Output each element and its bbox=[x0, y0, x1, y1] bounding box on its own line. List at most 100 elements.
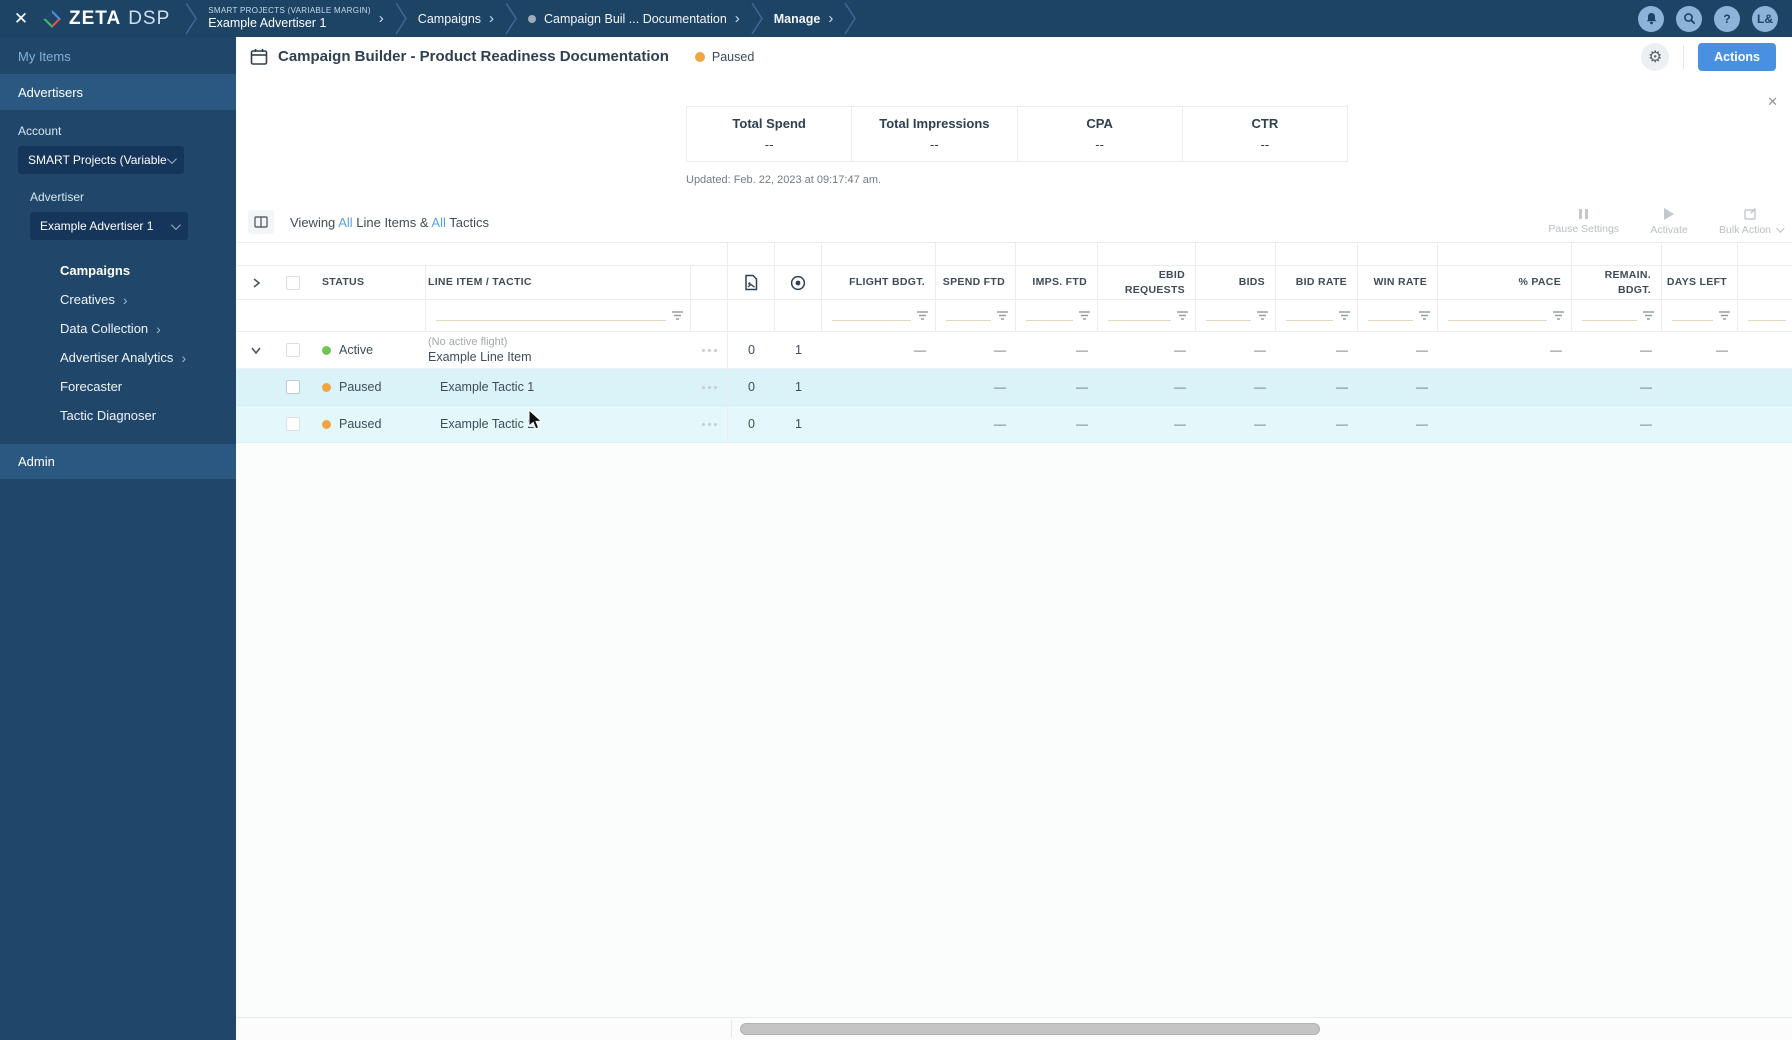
chevron-right-icon[interactable]: › bbox=[828, 11, 833, 26]
column-header-status[interactable]: STATUS bbox=[310, 266, 426, 299]
advertiser-select[interactable]: Example Advertiser 1 bbox=[30, 212, 188, 240]
table-row-tactic-2[interactable]: Paused Example Tactic 2 0 1 — — — — — — … bbox=[236, 406, 1792, 443]
user-avatar[interactable]: L& bbox=[1752, 5, 1778, 32]
help-button[interactable]: ? bbox=[1714, 5, 1740, 32]
column-header-creatives[interactable] bbox=[728, 266, 775, 299]
ebid-requests-value: — bbox=[1174, 343, 1186, 357]
filter-remain-bdgt[interactable] bbox=[1572, 300, 1662, 331]
column-header-flight-bdgt[interactable]: FLIGHT BDGT. bbox=[822, 266, 936, 299]
win-rate-value: — bbox=[1416, 343, 1428, 357]
nav-label: Tactic Diagnoser bbox=[60, 408, 157, 423]
sidebar-item-creatives[interactable]: Creatives › bbox=[60, 285, 218, 314]
status-text: Paused bbox=[339, 417, 382, 431]
bid-rate-value: — bbox=[1336, 417, 1348, 431]
breadcrumb-campaign[interactable]: Campaign Buil ... Documentation › bbox=[518, 0, 750, 37]
column-header-bid-rate[interactable]: BID RATE bbox=[1276, 266, 1358, 299]
tactics-count: 1 bbox=[795, 380, 802, 394]
sidebar-item-admin[interactable]: Admin bbox=[0, 444, 236, 479]
account-select[interactable]: SMART Projects (Variable M... bbox=[18, 146, 184, 174]
filter-ebid-requests[interactable] bbox=[1098, 300, 1196, 331]
filter-extra[interactable] bbox=[1738, 300, 1792, 331]
sidebar-item-advertiser-analytics[interactable]: Advertiser Analytics › bbox=[60, 343, 218, 372]
gear-icon: ⚙ bbox=[1647, 48, 1663, 66]
column-header-win-rate[interactable]: WIN RATE bbox=[1358, 266, 1438, 299]
pause-settings-button[interactable]: Pause Settings bbox=[1548, 208, 1619, 235]
expand-all-button[interactable] bbox=[236, 266, 276, 299]
column-header-pct-pace[interactable]: % PACE bbox=[1438, 266, 1572, 299]
sidebar-item-tactic-diagnoser[interactable]: Tactic Diagnoser bbox=[60, 401, 218, 430]
bulk-action-button[interactable]: Bulk Action bbox=[1719, 208, 1785, 236]
line-item-name[interactable]: Example Line Item bbox=[428, 349, 532, 365]
sidebar-item-campaigns[interactable]: Campaigns bbox=[60, 256, 218, 285]
all-tactics-link[interactable]: All bbox=[431, 215, 445, 230]
filter-spend-ftd[interactable] bbox=[936, 300, 1016, 331]
breadcrumb-manage[interactable]: Manage › bbox=[764, 0, 844, 37]
column-header-remain-bdgt[interactable]: REMAIN. BDGT. bbox=[1572, 266, 1662, 299]
tactic-name[interactable]: Example Tactic 2 bbox=[440, 416, 534, 432]
chevron-right-icon[interactable]: › bbox=[735, 11, 740, 26]
notifications-button[interactable] bbox=[1638, 5, 1664, 32]
column-header-bids[interactable]: BIDS bbox=[1196, 266, 1276, 299]
column-header-days-left[interactable]: DAYS LEFT bbox=[1662, 266, 1738, 299]
column-settings-button[interactable] bbox=[248, 210, 274, 234]
tactic-name-cell[interactable]: Example Tactic 2 bbox=[426, 406, 691, 442]
sidebar-item-data-collection[interactable]: Data Collection › bbox=[60, 314, 218, 343]
campaign-status-badge: Paused bbox=[694, 50, 754, 64]
all-line-items-link[interactable]: All bbox=[338, 215, 352, 230]
horizontal-scrollbar[interactable] bbox=[236, 1018, 1792, 1040]
sidebar-item-my-items[interactable]: My Items bbox=[0, 37, 236, 74]
row-menu-button[interactable] bbox=[691, 332, 728, 368]
horizontal-scrollbar-thumb[interactable] bbox=[740, 1023, 1320, 1035]
select-all-checkbox[interactable] bbox=[286, 275, 300, 290]
bulk-action-label: Bulk Action bbox=[1719, 224, 1771, 236]
filter-line-item[interactable] bbox=[426, 300, 691, 331]
breadcrumb-separator bbox=[844, 2, 857, 35]
sidebar-item-advertisers[interactable]: Advertisers bbox=[0, 75, 236, 110]
more-options-icon bbox=[701, 422, 717, 426]
filter-pct-pace[interactable] bbox=[1438, 300, 1572, 331]
column-header-imps-ftd[interactable]: IMPS. FTD bbox=[1016, 266, 1098, 299]
spend-ftd-value: — bbox=[994, 343, 1006, 357]
filter-imps-ftd[interactable] bbox=[1016, 300, 1098, 331]
column-header-spend-ftd[interactable]: SPEND FTD bbox=[936, 266, 1016, 299]
search-button[interactable] bbox=[1676, 5, 1702, 32]
table-row-tactic-1[interactable]: Paused Example Tactic 1 0 1 — — — — — — … bbox=[236, 369, 1792, 406]
stat-label: CTR bbox=[1251, 116, 1279, 131]
filter-bid-rate[interactable] bbox=[1276, 300, 1358, 331]
sidebar-item-forecaster[interactable]: Forecaster bbox=[60, 372, 218, 401]
column-header-ebid-requests[interactable]: EBID REQUESTS bbox=[1098, 266, 1196, 299]
breadcrumb-account[interactable]: SMART PROJECTS (VARIABLE MARGIN) Example… bbox=[198, 0, 394, 37]
settings-button[interactable]: ⚙ bbox=[1641, 42, 1670, 71]
chevron-down-icon bbox=[251, 347, 261, 354]
chevron-right-icon[interactable]: › bbox=[489, 11, 494, 26]
column-header-line-item[interactable]: LINE ITEM / TACTIC bbox=[426, 266, 691, 299]
row-menu-button[interactable] bbox=[691, 406, 728, 442]
column-header-tactics[interactable] bbox=[775, 266, 822, 299]
zeta-dsp-logo[interactable]: ZETA DSP bbox=[42, 8, 184, 30]
row-menu-button[interactable] bbox=[691, 369, 728, 405]
actions-button[interactable]: Actions bbox=[1698, 42, 1776, 71]
chevron-right-icon[interactable]: › bbox=[379, 11, 384, 26]
filter-flight-bdgt[interactable] bbox=[822, 300, 936, 331]
close-icon[interactable]: ✕ bbox=[0, 0, 42, 37]
activate-button[interactable]: Activate bbox=[1641, 208, 1697, 236]
filter-days-left[interactable] bbox=[1662, 300, 1738, 331]
row-checkbox[interactable] bbox=[286, 380, 300, 394]
win-rate-value: — bbox=[1416, 380, 1428, 394]
stat-cpa: CPA -- bbox=[1016, 107, 1182, 161]
imps-ftd-value: — bbox=[1076, 417, 1088, 431]
table-row-line-item[interactable]: Active (No active flight) Example Line I… bbox=[236, 332, 1792, 369]
active-dot bbox=[322, 345, 331, 355]
row-checkbox[interactable] bbox=[286, 343, 300, 357]
filter-bids[interactable] bbox=[1196, 300, 1276, 331]
filter-win-rate[interactable] bbox=[1358, 300, 1438, 331]
row-checkbox[interactable] bbox=[286, 417, 300, 431]
tactic-name-cell[interactable]: Example Tactic 1 bbox=[426, 369, 691, 405]
breadcrumb-campaigns[interactable]: Campaigns › bbox=[408, 0, 504, 37]
summary-close-icon[interactable]: ✕ bbox=[1767, 94, 1778, 110]
collapse-row-button[interactable] bbox=[236, 332, 276, 368]
bell-icon bbox=[1646, 13, 1656, 25]
tactic-name[interactable]: Example Tactic 1 bbox=[440, 379, 534, 395]
paused-dot bbox=[694, 51, 705, 62]
line-item-name-cell[interactable]: (No active flight) Example Line Item bbox=[426, 332, 691, 368]
